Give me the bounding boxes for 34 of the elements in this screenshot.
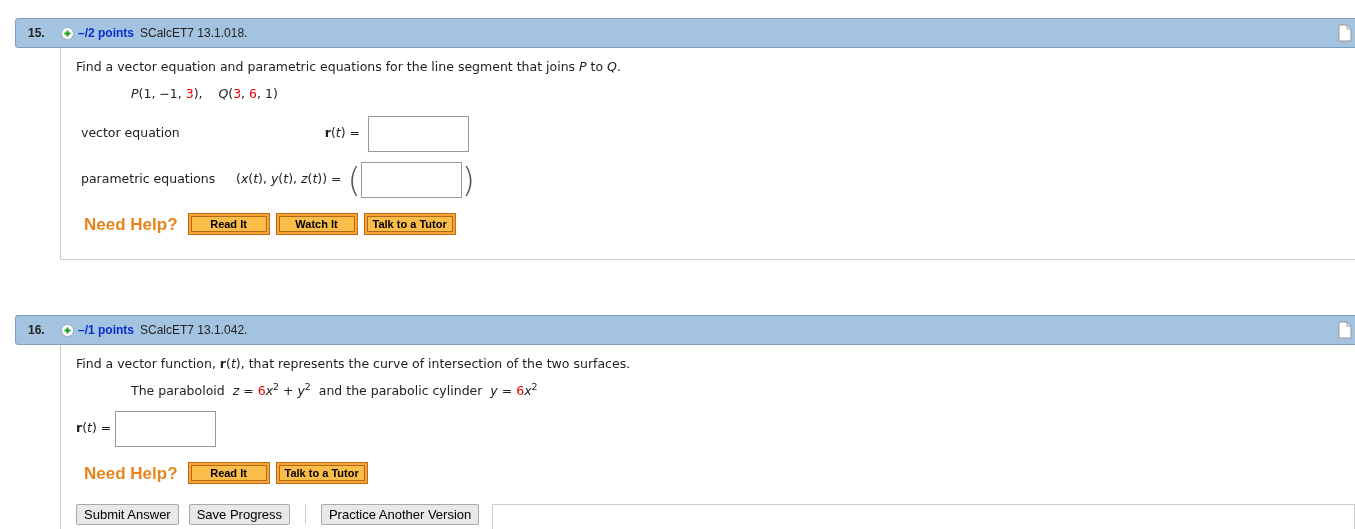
action-button[interactable]: Practice Another Version (320, 504, 480, 525)
question-number: 15. (27, 25, 46, 42)
help-button[interactable]: Read It (187, 462, 270, 485)
parenthesis: ) (461, 162, 476, 197)
math-expression: r(t) = (76, 419, 112, 438)
help-label: Need Help? (84, 213, 178, 236)
question-text: Find a vector equation and parametric equations for the line segment that joins P to Q. (76, 58, 622, 76)
answer-field[interactable] (115, 410, 217, 447)
help-button[interactable]: Watch It (275, 213, 358, 236)
points-label: –/2 points (78, 25, 134, 42)
document-icon[interactable] (1338, 321, 1352, 339)
question-code: SCalcET7 13.1.042. (140, 322, 248, 339)
points-label: –/1 points (78, 322, 134, 339)
help-label: Need Help? (84, 462, 178, 485)
question-number: 16. (27, 322, 46, 339)
expand-icon[interactable] (61, 323, 74, 337)
given-expression: The paraboloid z = 6x$^{2}$ + y$^{2}$ and the parabolic cylinder y = 6x$^{2}$ (131, 381, 539, 400)
answer-label: parametric equations (80, 170, 217, 189)
math-expression: (x(t), y(t), z(t)) = (236, 170, 342, 189)
question-code: SCalcET7 13.1.018. (140, 25, 248, 42)
expand-icon[interactable] (61, 26, 74, 40)
help-button[interactable]: Read It (187, 213, 270, 236)
action-button[interactable]: Submit Answer (76, 504, 179, 525)
document-icon[interactable] (1338, 24, 1352, 42)
action-button[interactable]: Save Progress (188, 504, 290, 525)
help-button[interactable]: Talk to a Tutor (363, 213, 456, 236)
given-expression: P(1, −1, 3), Q(3, 6, 1) (131, 84, 279, 103)
answer-field[interactable] (368, 115, 469, 152)
question-text: Find a vector function, r(t), that represents the curve of intersection of the two surfaces. (76, 355, 632, 373)
math-expression: r(t) = (323, 124, 360, 143)
help-button[interactable]: Talk to a Tutor (275, 462, 368, 485)
answer-label: vector equation (80, 124, 181, 143)
parenthesis: ( (347, 162, 361, 197)
answer-field[interactable] (360, 161, 462, 198)
